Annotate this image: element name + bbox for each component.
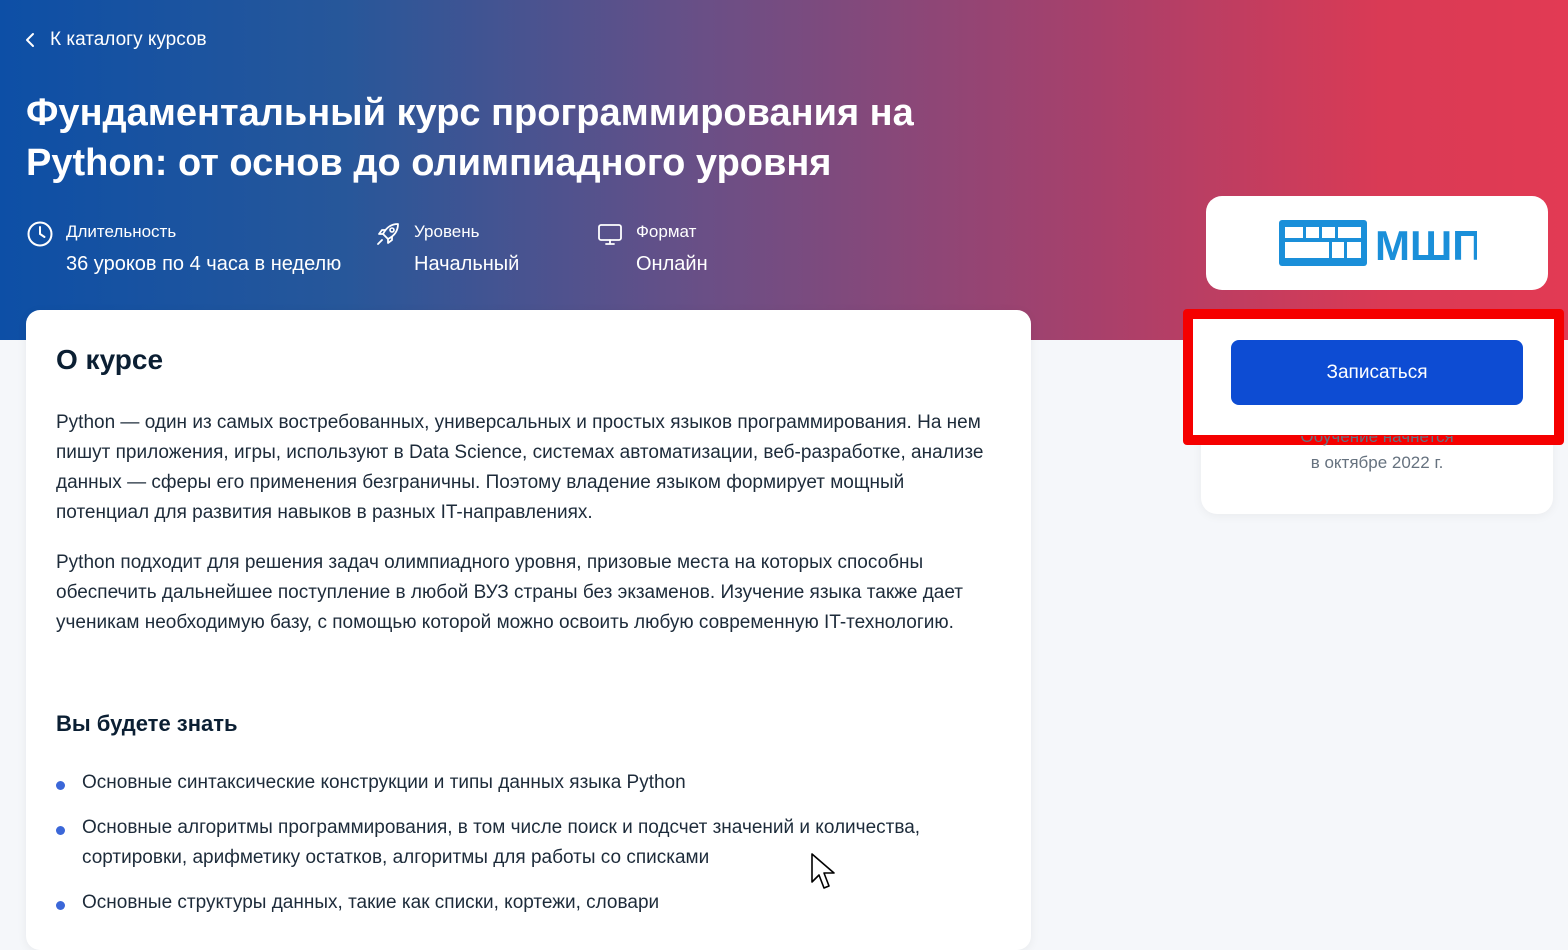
start-line-1: Обучение начнется — [1300, 436, 1454, 446]
clock-icon — [27, 221, 53, 247]
chevron-left-icon — [26, 33, 34, 47]
meta-level: Уровень Начальный — [374, 218, 519, 280]
list-item-text: Основные алгоритмы программирования, в т… — [82, 817, 921, 868]
list-item: Основные синтаксические конструкции и ти… — [56, 768, 996, 798]
meta-duration-label: Длительность — [66, 222, 177, 241]
know-title: Вы будете знать — [56, 711, 238, 736]
rocket-icon — [377, 223, 399, 245]
start-line-2: в октябре 2022 г. — [1310, 453, 1444, 472]
meta-level-label: Уровень — [414, 222, 480, 241]
monitor-icon — [598, 224, 622, 245]
know-list: Основные синтаксические конструкции и ти… — [56, 768, 996, 933]
mouse-cursor-icon — [811, 853, 835, 889]
list-item: Основные структуры данных, такие как спи… — [56, 888, 996, 918]
meta-format-label: Формат — [636, 222, 697, 241]
back-link-label: К каталогу курсов — [50, 29, 207, 50]
page-title: Фундаментальный курс программирования на… — [26, 92, 914, 184]
mshp-logo: МШП — [1279, 220, 1477, 269]
meta-duration: Длительность 36 уроков по 4 часа в недел… — [26, 218, 341, 280]
back-to-catalog-link[interactable]: К каталогу курсов — [24, 26, 207, 54]
about-course-card: О курсе Python — один из самых востребов… — [26, 310, 1031, 950]
enroll-button[interactable]: Записаться — [1231, 340, 1523, 405]
bullet-dot-icon — [56, 826, 65, 835]
list-item-text: Основные структуры данных, такие как спи… — [82, 892, 660, 913]
meta-format: Формат Онлайн — [596, 218, 708, 280]
about-paragraph: Python подходит для решения задач олимпи… — [56, 552, 963, 633]
provider-logo-card: МШП — [1206, 196, 1548, 290]
about-title: О курсе — [56, 344, 164, 375]
list-item: Основные алгоритмы программирования, в т… — [56, 813, 996, 873]
bullet-dot-icon — [56, 901, 65, 910]
list-item-text: Основные синтаксические конструкции и ти… — [82, 772, 686, 793]
bullet-dot-icon — [56, 781, 65, 790]
meta-level-value: Начальный — [414, 253, 520, 275]
about-paragraph: Python — один из самых востребованных, у… — [56, 412, 984, 523]
svg-text:МШП: МШП — [1375, 222, 1477, 269]
course-start-info: Обучение начнется в октябре 2022 г. — [1201, 436, 1553, 476]
meta-format-value: Онлайн — [636, 253, 708, 275]
meta-duration-value: 36 уроков по 4 часа в неделю — [66, 253, 342, 275]
